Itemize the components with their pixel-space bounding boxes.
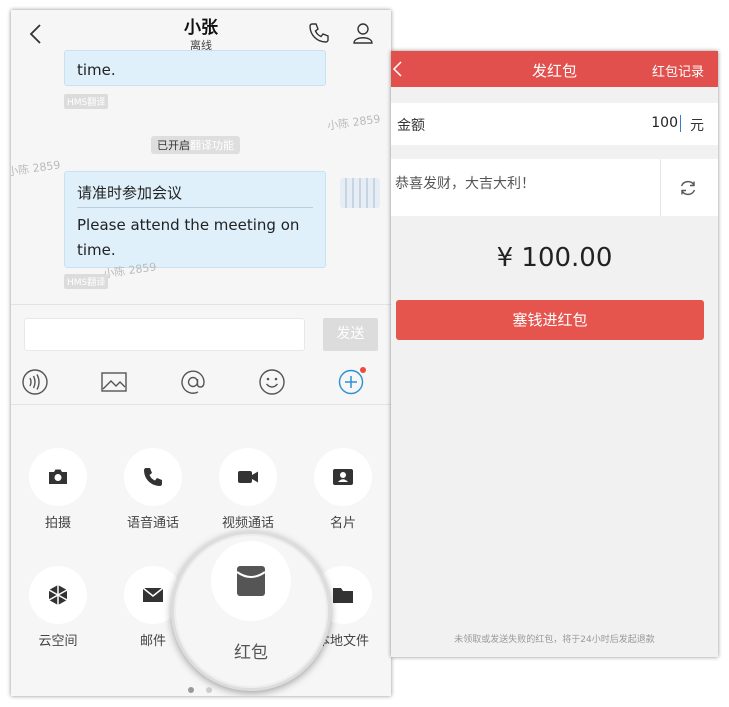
phone-icon: [144, 468, 162, 486]
page-indicator-active: [188, 687, 194, 693]
voice-call-button[interactable]: [124, 448, 182, 506]
camera-button[interactable]: [29, 448, 87, 506]
red-packet-header: 发红包 红包记录: [391, 51, 718, 87]
red-packet-highlight[interactable]: 红包: [171, 531, 331, 691]
emoji-icon[interactable]: [258, 368, 286, 396]
amount-unit: 元: [690, 118, 704, 134]
contact-profile-icon[interactable]: [351, 21, 375, 45]
action-label: 拍摄: [44, 516, 71, 531]
red-packet-label: 红包: [234, 643, 268, 663]
translation-badge: HMS翻译: [64, 274, 109, 289]
cloud-space-button[interactable]: [29, 566, 87, 624]
contact-name: 小张: [184, 18, 218, 38]
system-notice-highlight: 翻译功能: [190, 139, 234, 152]
folder-icon: [333, 588, 353, 603]
red-packet-records-link[interactable]: 红包记录: [652, 61, 704, 80]
chat-screen: 小张 离线 time. HMS翻译 小陈 2859 小陈 2859 已开启翻译功…: [11, 10, 391, 696]
system-notice-prefix: 已开启: [157, 139, 190, 152]
action-label: 语音通话: [126, 516, 179, 531]
action-label: 视频通话: [221, 516, 274, 531]
message-bubble[interactable]: time.: [64, 50, 326, 86]
notification-dot: [360, 367, 366, 373]
contact-card-button[interactable]: [314, 448, 372, 506]
divider: [660, 159, 661, 216]
greeting-input[interactable]: 恭喜发财，大吉大利！: [395, 173, 535, 193]
avatar[interactable]: [340, 178, 380, 208]
original-text: 请准时参加会议: [77, 184, 183, 202]
page-indicator[interactable]: [206, 687, 212, 693]
refresh-icon[interactable]: [678, 178, 698, 198]
watermark: 小陈 2859: [11, 158, 62, 179]
input-toolbar: [11, 360, 391, 405]
red-packet-button[interactable]: [211, 541, 291, 621]
action-label: 名片: [329, 516, 356, 531]
phone-icon[interactable]: [307, 21, 331, 45]
translation-divider: [77, 207, 313, 208]
total-amount: ¥ 100.00: [496, 243, 613, 273]
amount-row[interactable]: 金额 100 元: [391, 103, 718, 145]
watermark: 小陈 2859: [326, 112, 382, 133]
compose-bar: 发送: [11, 304, 391, 360]
message-bubble[interactable]: 请准时参加会议 Please attend the meeting on tim…: [64, 171, 326, 268]
text-cursor: [680, 115, 681, 132]
voice-icon[interactable]: [21, 368, 49, 396]
red-packet-icon: [236, 566, 266, 596]
greeting-row: 恭喜发财，大吉大利！: [391, 159, 718, 216]
cloud-space-icon: [48, 585, 68, 605]
contact-card-icon: [333, 469, 353, 485]
amount-input[interactable]: 100: [651, 115, 678, 131]
camera-icon: [49, 469, 67, 484]
system-notice: 已开启翻译功能: [151, 136, 240, 154]
mail-icon: [142, 587, 164, 602]
red-packet-screen: 发红包 红包记录 金额 100 元 恭喜发财，大吉大利！ ¥ 100.00 塞钱…: [391, 51, 718, 657]
send-button[interactable]: 发送: [323, 318, 378, 351]
translation-badge: HMS翻译: [64, 94, 109, 109]
put-money-button[interactable]: 塞钱进红包: [396, 300, 704, 340]
amount-label: 金额: [397, 118, 425, 134]
translated-text: Please attend the meeting on time.: [77, 216, 300, 259]
message-text: time.: [77, 61, 116, 79]
video-icon: [238, 471, 258, 483]
message-input[interactable]: [24, 318, 305, 351]
refund-note: 未领取或发送失败的红包，将于24小时后发起退款: [454, 635, 655, 645]
at-icon[interactable]: [179, 368, 207, 396]
video-call-button[interactable]: [219, 448, 277, 506]
image-icon[interactable]: [100, 368, 128, 396]
action-label: 云空间: [38, 634, 78, 649]
